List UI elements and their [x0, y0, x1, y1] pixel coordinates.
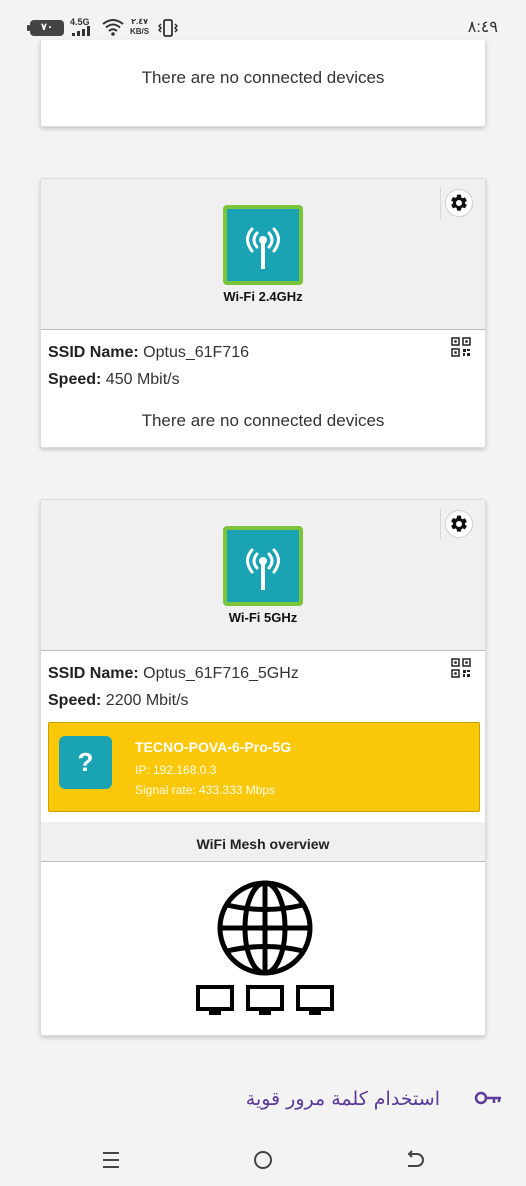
qr-code-icon[interactable] — [451, 658, 471, 678]
wifi-antenna-icon — [246, 548, 280, 590]
wifi-band-tile[interactable] — [223, 205, 303, 285]
wifi-status-icon — [102, 19, 124, 36]
ssid-label: SSID Name: — [48, 665, 139, 682]
connected-device-card[interactable]: ? TECNO-POVA-6-Pro-5G IP: 192.168.0.3 Si… — [48, 722, 480, 812]
band-header: Wi-Fi 2.4GHz — [41, 179, 485, 330]
speed-row: Speed: 450 Mbit/s — [48, 371, 180, 389]
home-icon[interactable] — [251, 1148, 275, 1172]
band-card-2-4ghz: Wi-Fi 2.4GHz SSID Name: Optus_61F716 Spe… — [40, 178, 486, 448]
suggestion-text: استخدام كلمة مرور قوية — [245, 1088, 440, 1110]
device-ip: IP: 192.168.0.3 — [135, 763, 217, 777]
ssid-row: SSID Name: Optus_61F716 — [48, 344, 249, 362]
speed-unit: KB/S — [130, 27, 150, 36]
gear-icon — [451, 194, 467, 211]
network-speed: ٢.٤٧ KB/S — [130, 17, 149, 37]
settings-button[interactable] — [445, 510, 473, 538]
settings-button[interactable] — [445, 189, 473, 217]
speed-label: Speed: — [48, 371, 102, 388]
wifi-band-tile[interactable] — [223, 526, 303, 606]
speed-row: Speed: 2200 Mbit/s — [48, 692, 189, 710]
band-card-5ghz: Wi-Fi 5GHz SSID Name: Optus_61F716_5GHz … — [40, 499, 486, 1036]
gear-icon — [451, 515, 467, 532]
ssid-row: SSID Name: Optus_61F716_5GHz — [48, 665, 299, 683]
band-label: Wi-Fi 5GHz — [228, 610, 298, 625]
vibrate-icon — [158, 19, 178, 37]
device-signal-rate: Signal rate: 433.333 Mbps — [135, 783, 276, 797]
key-icon — [474, 1091, 501, 1105]
band-card-partial: There are no connected devices — [40, 40, 486, 127]
clock: ٨:٤٩ — [467, 19, 498, 36]
speed-value: 2200 Mbit/s — [105, 692, 189, 709]
ssid-label: SSID Name: — [48, 344, 139, 361]
divider — [440, 187, 441, 219]
mesh-overview-header[interactable]: WiFi Mesh overview — [41, 822, 485, 862]
no-devices-text: There are no connected devices — [141, 411, 385, 430]
divider — [440, 508, 441, 540]
navigation-bar — [0, 1140, 526, 1186]
no-devices-text: There are no connected devices — [141, 68, 385, 87]
speed-value: ٢.٤٧ — [131, 17, 148, 26]
menu-icon[interactable] — [99, 1148, 123, 1172]
ssid-value: Optus_61F716 — [143, 344, 250, 361]
speed-label: Speed: — [48, 692, 102, 709]
wifi-antenna-icon — [246, 227, 280, 269]
device-name: TECNO-POVA-6-Pro-5G — [135, 739, 292, 755]
battery-icon: ٧٠ — [27, 20, 64, 36]
back-icon[interactable] — [402, 1148, 426, 1172]
globe-network-icon[interactable] — [195, 880, 335, 1020]
band-label: Wi-Fi 2.4GHz — [223, 289, 303, 304]
signal-icon — [72, 26, 94, 36]
speed-value: 450 Mbit/s — [105, 371, 180, 388]
ssid-value: Optus_61F716_5GHz — [143, 665, 299, 682]
password-suggestion[interactable]: استخدام كلمة مرور قوية — [0, 1060, 526, 1140]
qr-code-icon[interactable] — [451, 337, 471, 357]
band-header: Wi-Fi 5GHz — [41, 500, 485, 651]
unknown-device-icon: ? — [59, 736, 112, 789]
